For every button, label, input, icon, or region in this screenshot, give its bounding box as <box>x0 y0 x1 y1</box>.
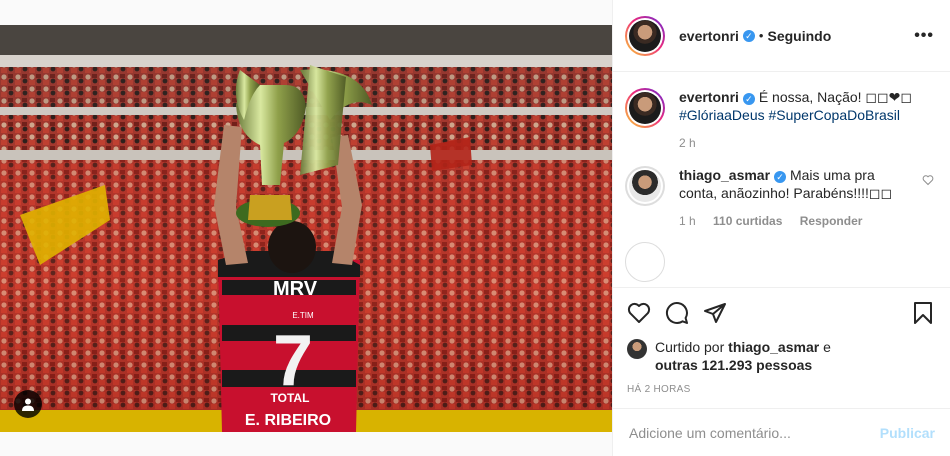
caption-avatar[interactable] <box>625 88 665 128</box>
liker-username[interactable]: thiago_asmar <box>728 339 819 355</box>
caption-username[interactable]: evertonri <box>679 89 739 105</box>
jersey-number: 7 <box>273 321 313 401</box>
comment-likes[interactable]: 110 curtidas <box>713 214 782 228</box>
like-heart-icon[interactable] <box>627 301 651 325</box>
post-header: evertonri ✓ • Seguindo ••• <box>613 0 950 72</box>
comment-input[interactable] <box>629 424 880 441</box>
comment-item: thiago_asmar ✓ Mais uma pra conta, anãozi… <box>625 166 934 230</box>
jersey-sponsor-two: TOTAL <box>271 391 310 405</box>
comment-like-heart-icon[interactable] <box>922 174 934 186</box>
share-paper-plane-icon[interactable] <box>703 301 727 325</box>
publish-button[interactable]: Publicar <box>880 425 935 441</box>
top-gap <box>0 0 612 25</box>
author-username[interactable]: evertonri <box>679 28 739 44</box>
post-photo[interactable]: MRV E.TIM 7 TOTAL E. RIBEIRO <box>0 25 612 432</box>
comment-avatar[interactable] <box>625 166 665 206</box>
post-timestamp[interactable]: HÁ 2 HORAS <box>627 384 935 395</box>
tagged-users-button[interactable] <box>14 390 42 418</box>
person-icon <box>22 398 34 411</box>
likes-others[interactable]: outras 121.293 pessoas <box>655 357 812 373</box>
author-avatar[interactable] <box>625 15 665 56</box>
instagram-post-view: MRV E.TIM 7 TOTAL E. RIBEIRO evertonri ✓… <box>0 0 950 456</box>
jersey-number-label: E.TIM <box>292 311 314 320</box>
caption-time[interactable]: 2 h <box>679 136 696 150</box>
verified-badge-icon: ✓ <box>774 171 787 183</box>
jersey-sponsor: MRV <box>273 278 318 300</box>
post-details-panel: evertonri ✓ • Seguindo ••• evertonri ✓ É … <box>612 0 950 456</box>
more-options-icon[interactable]: ••• <box>914 27 934 45</box>
comment-bubble-icon[interactable] <box>665 301 689 325</box>
likes-connector: e <box>823 339 831 355</box>
reply-button[interactable]: Responder <box>800 214 863 228</box>
verified-badge-icon: ✓ <box>742 29 755 42</box>
likes-prefix: Curtido por <box>655 339 725 355</box>
comments-list[interactable]: evertonri ✓ É nossa, Nação! ◻◻❤◻ #Glóriaa… <box>613 72 950 287</box>
next-comment-partial <box>625 242 934 282</box>
bottom-gap <box>0 432 612 456</box>
jersey-name: E. RIBEIRO <box>245 412 331 429</box>
caption-text: É nossa, Nação! ◻◻❤◻ <box>758 89 913 105</box>
trophy-celebration-image: MRV E.TIM 7 TOTAL E. RIBEIRO <box>0 25 612 432</box>
verified-badge-icon: ✓ <box>742 93 755 105</box>
add-comment-bar: Publicar <box>613 408 950 456</box>
liker-avatar[interactable] <box>627 339 647 359</box>
following-button[interactable]: Seguindo <box>767 28 831 44</box>
caption-hashtags[interactable]: #GlóriaaDeus #SuperCopaDoBrasil <box>679 107 900 123</box>
caption: evertonri ✓ É nossa, Nação! ◻◻❤◻ #Glóriaa… <box>625 88 934 152</box>
comment-time[interactable]: 1 h <box>679 214 696 228</box>
save-bookmark-icon[interactable] <box>911 301 935 325</box>
separator-dot: • <box>758 28 764 43</box>
likes-summary: Curtido por thiago_asmar e outras 121.29… <box>627 338 935 374</box>
post-actions: Curtido por thiago_asmar e outras 121.29… <box>613 287 950 395</box>
comment-avatar[interactable] <box>625 242 665 282</box>
comment-username[interactable]: thiago_asmar <box>679 167 770 183</box>
